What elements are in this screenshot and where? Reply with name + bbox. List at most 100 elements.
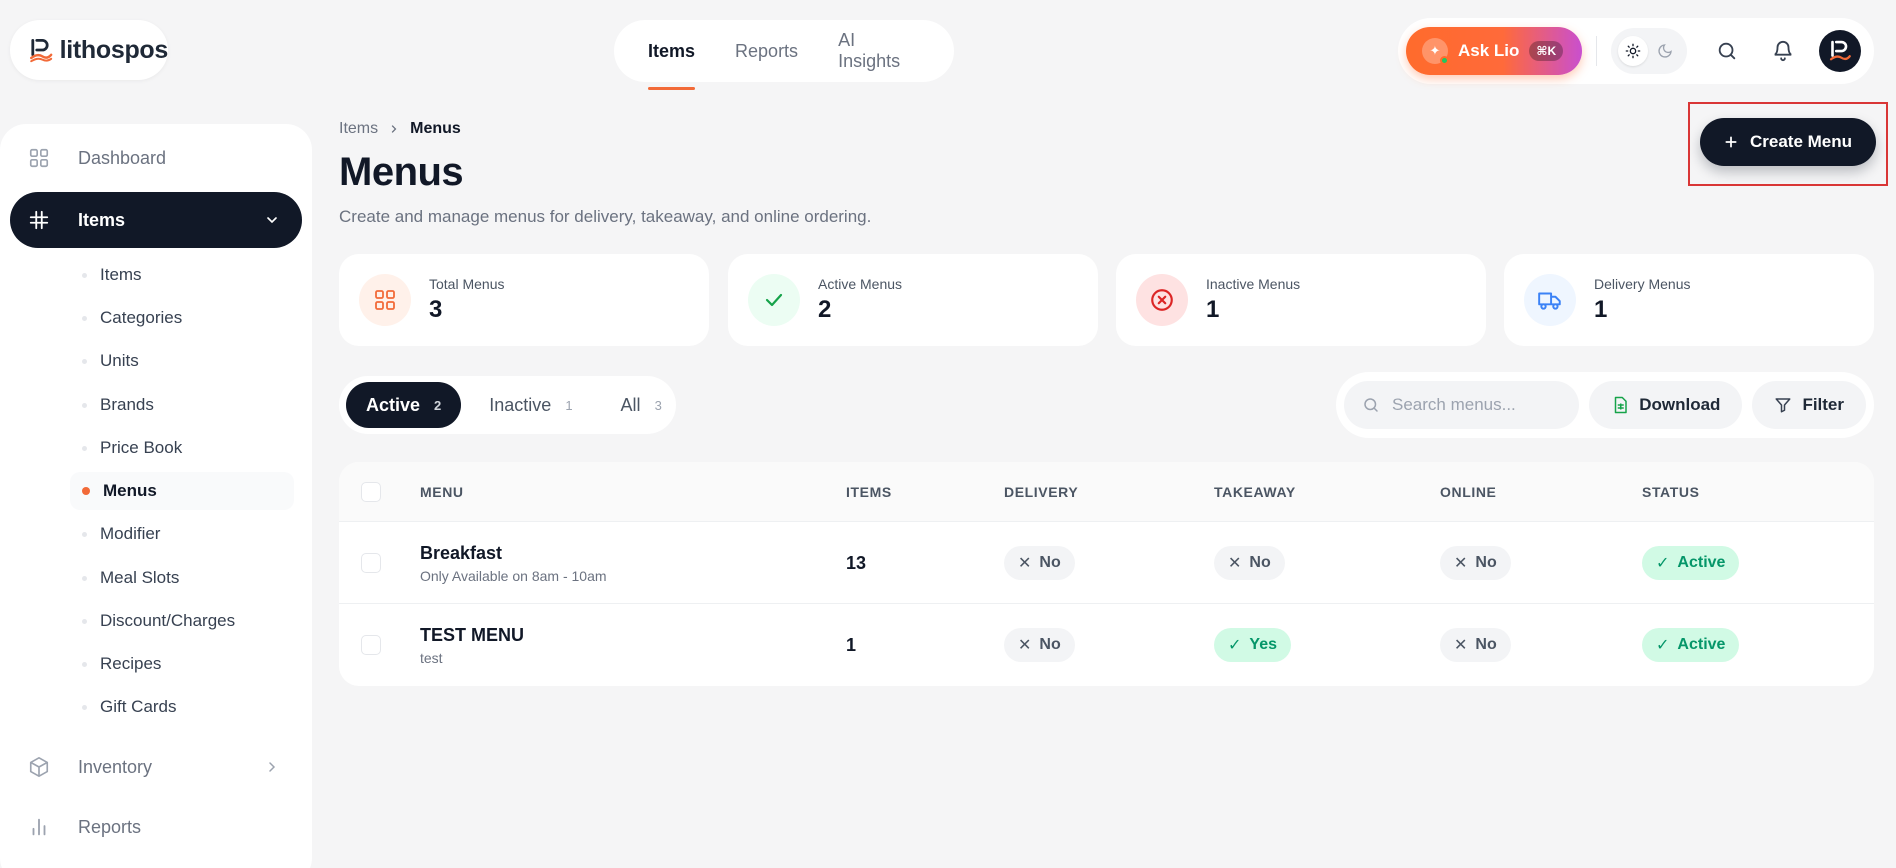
stat-label: Inactive Menus <box>1206 276 1301 292</box>
search-box[interactable] <box>1344 381 1580 429</box>
sidebar-item-dashboard[interactable]: Dashboard <box>10 130 302 186</box>
badge-text: No <box>1039 554 1061 571</box>
sidebar-subitem-menus[interactable]: Menus <box>70 472 294 510</box>
badge-text: No <box>1475 636 1497 653</box>
row-checkbox[interactable] <box>361 553 381 573</box>
bullet <box>82 272 87 278</box>
search-icon[interactable] <box>1705 29 1749 73</box>
items-icon <box>29 210 49 230</box>
sidebar-subitem-units[interactable]: Units <box>70 342 294 380</box>
stat-label: Total Menus <box>429 276 505 292</box>
x-icon: ✕ <box>1228 555 1242 572</box>
menu-name[interactable]: Breakfast <box>420 543 607 564</box>
tab-count: 1 <box>565 397 573 413</box>
tab-count: 2 <box>434 397 442 413</box>
tab-reports[interactable]: Reports <box>735 20 798 82</box>
menu-description: test <box>420 649 443 666</box>
avatar[interactable] <box>1819 30 1861 72</box>
search-icon <box>1364 398 1378 412</box>
stat-label: Active Menus <box>818 276 903 292</box>
status-badge: ✓ Active <box>1642 546 1740 580</box>
breadcrumb-parent[interactable]: Items <box>339 120 378 138</box>
delivery-badge: ✕ No <box>1004 628 1075 662</box>
sidebar-subitem-items[interactable]: Items <box>70 256 294 294</box>
chevron-right-icon[interactable] <box>264 759 280 775</box>
menu-name[interactable]: TEST MENU <box>420 625 524 646</box>
brand-logo[interactable]: lithospos <box>10 20 168 80</box>
filter-icon <box>1775 398 1791 413</box>
table-row[interactable]: Breakfast Only Available on 8am - 10am 1… <box>339 522 1874 604</box>
items-count: 13 <box>846 552 867 573</box>
x-icon: ✕ <box>1018 555 1032 572</box>
sparkle-icon: ✦ <box>1422 38 1449 65</box>
table-row[interactable]: TEST MENU test 1 ✕ No ✓ Yes ✕ No ✓ Active <box>339 604 1874 686</box>
subitem-label: Categories <box>100 308 183 327</box>
badge-text: No <box>1039 636 1061 653</box>
search-input[interactable] <box>1392 395 1572 415</box>
subitem-label: Recipes <box>100 654 162 673</box>
sidebar-subitem-categories[interactable]: Categories <box>70 299 294 337</box>
sidebar-subitem-recipes[interactable]: Recipes <box>70 645 294 683</box>
tab-active[interactable]: Active 2 <box>346 382 462 428</box>
create-menu-label: Create Menu <box>1749 132 1853 151</box>
items-count: 1 <box>846 634 857 655</box>
sun-icon[interactable] <box>1618 36 1648 66</box>
sidebar-item-reports[interactable]: Reports <box>10 799 302 855</box>
sidebar-subitem-price-book[interactable]: Price Book <box>70 429 294 467</box>
takeaway-badge: ✕ No <box>1214 546 1285 580</box>
subitem-label: Price Book <box>100 438 183 457</box>
column-status[interactable]: STATUS <box>1642 462 1700 522</box>
stat-value: 1 <box>1594 296 1608 323</box>
sidebar-subitem-brands[interactable]: Brands <box>70 386 294 424</box>
filter-button[interactable]: Filter <box>1752 381 1866 429</box>
breadcrumb: Items Menus <box>339 120 461 138</box>
column-delivery[interactable]: DELIVERY <box>1004 462 1078 522</box>
bullet <box>82 358 87 364</box>
select-all-checkbox[interactable] <box>361 482 381 502</box>
sidebar-subitem-meal-slots[interactable]: Meal Slots <box>70 559 294 597</box>
download-button[interactable]: Download <box>1589 381 1743 429</box>
sidebar-subitem-modifier[interactable]: Modifier <box>70 515 294 553</box>
menu-description: Only Available on 8am - 10am <box>420 567 607 584</box>
subitem-label: Meal Slots <box>100 568 180 587</box>
bullet <box>82 575 87 581</box>
tab-ai-insights[interactable]: AI Insights <box>838 20 920 82</box>
stat-label: Delivery Menus <box>1594 276 1691 292</box>
moon-icon[interactable] <box>1650 36 1680 66</box>
create-menu-button[interactable]: Create Menu <box>1700 118 1876 166</box>
check-icon: ✓ <box>1656 555 1670 572</box>
subitem-label: Menus <box>103 481 157 500</box>
ask-lio-button[interactable]: ✦ Ask Lio ⌘K <box>1406 27 1582 75</box>
bullet <box>82 661 87 667</box>
check-icon <box>748 274 800 326</box>
bullet <box>82 445 87 451</box>
x-icon: ✕ <box>1454 637 1468 654</box>
bell-icon[interactable] <box>1761 29 1805 73</box>
column-items[interactable]: ITEMS <box>846 462 892 522</box>
subitem-label: Items <box>100 265 142 284</box>
x-icon: ✕ <box>1454 555 1468 572</box>
stat-value: 3 <box>429 296 443 323</box>
row-checkbox[interactable] <box>361 635 381 655</box>
tab-inactive[interactable]: Inactive 1 <box>469 382 592 428</box>
brand-name: lithospos <box>59 35 169 64</box>
chevron-right-icon <box>392 125 397 133</box>
sidebar: Dashboard Items Items Categories Units B… <box>0 124 312 868</box>
stat-value: 1 <box>1206 296 1220 323</box>
tab-items[interactable]: Items <box>648 20 696 90</box>
spreadsheet-icon <box>1614 396 1627 414</box>
column-menu[interactable]: MENU <box>420 462 464 522</box>
plus-icon <box>1725 136 1737 148</box>
sidebar-subitem-gift-cards[interactable]: Gift Cards <box>70 688 294 726</box>
shortcut-badge: ⌘K <box>1529 41 1564 61</box>
badge-text: Active <box>1677 554 1726 571</box>
tab-count: 3 <box>654 397 662 413</box>
chevron-down-icon[interactable] <box>264 212 280 228</box>
sidebar-subitem-discount-charges[interactable]: Discount/Charges <box>70 602 294 640</box>
sidebar-item-items[interactable]: Items <box>10 192 302 248</box>
theme-toggle[interactable] <box>1611 28 1687 74</box>
column-takeaway[interactable]: TAKEAWAY <box>1214 462 1296 522</box>
column-online[interactable]: ONLINE <box>1440 462 1497 522</box>
sidebar-item-inventory[interactable]: Inventory <box>10 739 302 795</box>
tab-all[interactable]: All 3 <box>601 382 682 428</box>
